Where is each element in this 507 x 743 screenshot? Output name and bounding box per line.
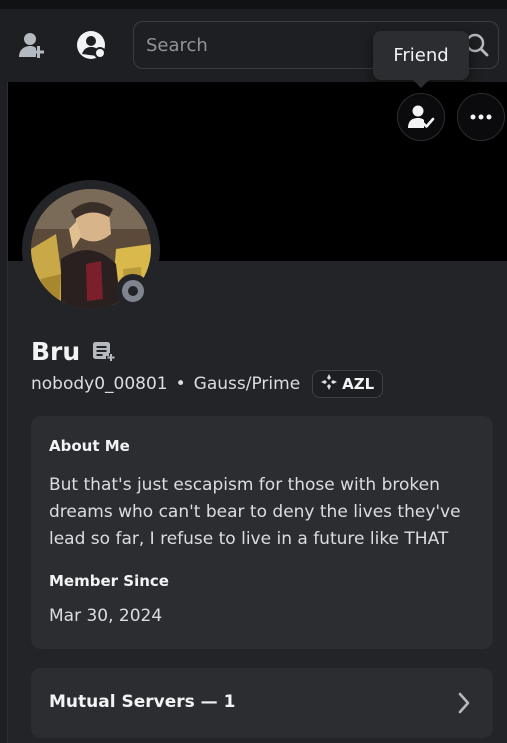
- display-name: Bru: [31, 336, 81, 366]
- guild-tag-text: AZL: [342, 375, 375, 393]
- username-row: nobody0_00801 • Gauss/Prime AZL: [31, 370, 384, 398]
- pronouns: Gauss/Prime: [193, 374, 301, 394]
- more-icon: [470, 114, 492, 120]
- friend-tooltip: Friend: [373, 31, 469, 88]
- friend-button[interactable]: [397, 93, 445, 141]
- more-options-button[interactable]: [457, 93, 505, 141]
- about-me-heading: About Me: [49, 437, 130, 455]
- guild-tag-icon: [321, 374, 338, 394]
- about-me-text: But that's just escapism for those with …: [49, 475, 461, 549]
- member-since-heading: Member Since: [49, 572, 169, 590]
- add-friend-icon: [19, 33, 44, 58]
- about-card: About Me But that's just escapism for th…: [31, 416, 493, 649]
- note-icon[interactable]: [92, 340, 116, 366]
- offline-status-dot: [122, 280, 144, 302]
- user-profile-button[interactable]: [73, 27, 109, 63]
- tooltip-arrow: [413, 80, 429, 88]
- status-indicator: [116, 274, 150, 308]
- username: nobody0_00801: [31, 374, 168, 394]
- name-row: Bru: [31, 336, 116, 366]
- top-divider: [0, 0, 507, 9]
- mutual-servers-label: Mutual Servers — 1: [49, 692, 236, 712]
- friend-check-icon: [408, 105, 435, 128]
- chevron-right-icon: [457, 692, 471, 718]
- user-settings-icon: [77, 31, 106, 59]
- separator-dot: •: [175, 374, 186, 394]
- add-friend-button[interactable]: [14, 27, 50, 63]
- tooltip-text: Friend: [393, 45, 449, 66]
- member-since-date: Mar 30, 2024: [49, 606, 163, 626]
- mutual-servers-row[interactable]: Mutual Servers — 1: [31, 668, 493, 738]
- guild-tag-badge[interactable]: AZL: [312, 370, 384, 398]
